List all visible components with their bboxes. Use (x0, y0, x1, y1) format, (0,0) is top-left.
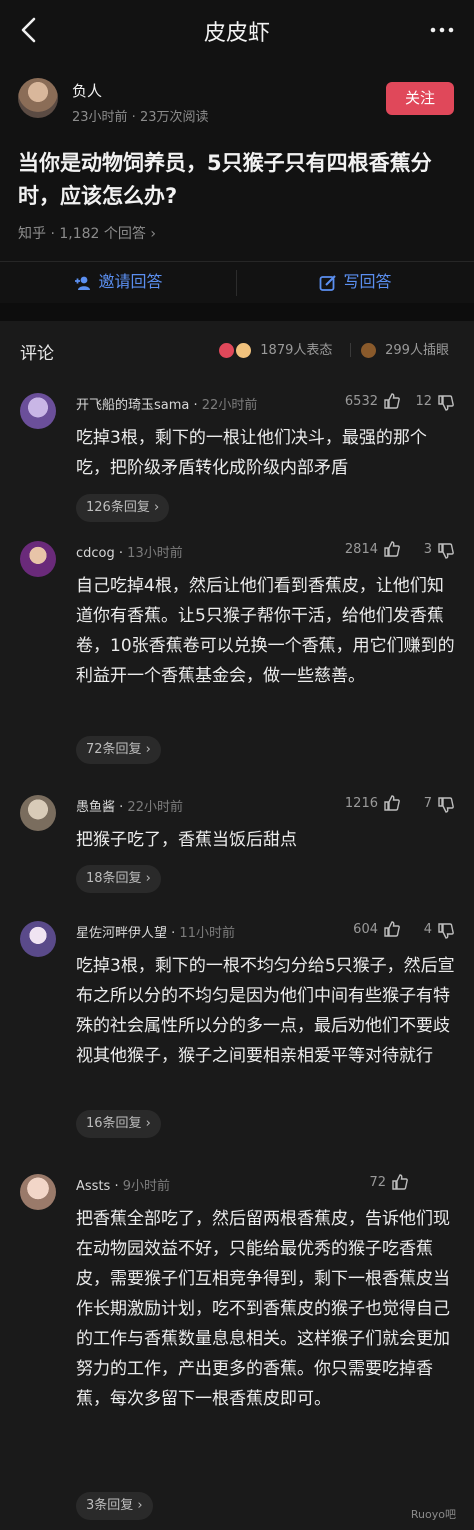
comment-text: 把猴子吃了，香蕉当饭后甜点 (76, 830, 297, 850)
eye-emoji-icon (360, 342, 377, 359)
commenter-avatar[interactable] (20, 541, 56, 577)
commenter-name-text: cdcog (76, 546, 115, 561)
replies-button[interactable]: 18条回复 › (76, 865, 161, 893)
commenter-name-text: 愚鱼酱 (76, 800, 116, 815)
comments-header: 评论 1879人表态 299人插眼 (0, 321, 474, 381)
question-meta[interactable]: 知乎 · 1,182 个回答 › (18, 223, 156, 243)
commenter-name-text: Assts (76, 1179, 111, 1194)
comments-title: 评论 (20, 344, 54, 364)
comment-list: 开飞船的琦玉sama · 22小时前 6532 12 吃掉3根，剩下的一根让他们… (0, 381, 474, 1530)
comment-text: 把香蕉全部吃了，然后留两根香蕉皮，告诉他们现在动物园效益不好，只能给最优秀的猴子… (76, 1209, 450, 1409)
more-options-icon[interactable] (426, 14, 458, 46)
reactions-count: 1879人表态 (260, 343, 333, 358)
author-row: 负人 23小时前 · 23万次阅读 关注 (0, 62, 474, 137)
comment-text: 自己吃掉4根，然后让他们看到香蕉皮，让他们知道你有香蕉。让5只猴子帮你干活，给他… (76, 576, 455, 686)
section-gap (0, 303, 474, 321)
comment-item: cdcog · 13小时前 2814 3 自己吃掉4根，然后让他们看到香蕉皮，让… (0, 529, 474, 783)
commenter-avatar[interactable] (20, 921, 56, 957)
commenter-name-text: 开飞船的琦玉sama (76, 398, 190, 413)
like-count: 2814 (344, 542, 378, 557)
follow-button[interactable]: 关注 (386, 82, 454, 115)
replies-button[interactable]: 3条回复 › (76, 1492, 153, 1520)
top-bar: 皮皮虾 (0, 0, 474, 62)
like-count: 6532 (344, 394, 378, 409)
reactions-summary[interactable]: 1879人表态 (218, 339, 332, 359)
like-count: 604 (353, 922, 378, 937)
comment-item: 星佐河畔伊人望 · 11小时前 604 4 吃掉3根，剩下的一根不均匀分给5只猴… (0, 909, 474, 1162)
laugh-emoji-icon (235, 342, 253, 359)
commenter-name[interactable]: 愚鱼酱 · 22小时前 (76, 796, 183, 815)
tips-summary[interactable]: 299人插眼 (360, 339, 449, 359)
author-name[interactable]: 负人 (72, 80, 102, 101)
tips-count: 299人插眼 (385, 343, 449, 358)
comment-time: 22小时前 (201, 398, 258, 413)
commenter-name[interactable]: 星佐河畔伊人望 · 11小时前 (76, 922, 235, 941)
thumbs-down-icon[interactable] (436, 393, 456, 413)
like-count: 72 (369, 1175, 386, 1190)
commenter-name[interactable]: 开飞船的琦玉sama · 22小时前 (76, 394, 257, 413)
thumbs-up-icon[interactable] (382, 539, 402, 559)
thumbs-down-icon[interactable] (436, 921, 456, 941)
author-meta: 23小时前 · 23万次阅读 (72, 110, 209, 125)
question-title[interactable]: 当你是动物饲养员，5只猴子只有四根香蕉分时，应该怎么办? (18, 147, 458, 213)
commenter-avatar[interactable] (20, 393, 56, 429)
invite-user-icon (75, 276, 91, 290)
comment-time: 22小时前 (127, 800, 183, 815)
dislike-count: 3 (423, 542, 432, 557)
comment-text: 吃掉3根，剩下的一根不均匀分给5只猴子，然后宣布之所以分的不均匀是因为他们中间有… (76, 956, 455, 1066)
app-title: 皮皮虾 (203, 21, 270, 46)
dislike-count: 4 (423, 922, 432, 937)
invite-answer-label: 邀请回答 (98, 272, 163, 291)
thumbs-up-icon[interactable] (390, 1172, 410, 1192)
write-answer-button[interactable]: 写回答 (237, 262, 474, 304)
thumbs-up-icon[interactable] (382, 793, 402, 813)
replies-button[interactable]: 126条回复 › (76, 494, 170, 522)
thumbs-up-icon[interactable] (382, 391, 402, 411)
invite-answer-button[interactable]: 邀请回答 (0, 262, 237, 304)
comment-time: 13小时前 (127, 546, 183, 561)
answer-actions: 邀请回答 写回答 (0, 261, 474, 303)
commenter-name[interactable]: Assts · 9小时前 (76, 1175, 170, 1194)
comment-text: 吃掉3根，剩下的一根让他们决斗，最强的那个吃，把阶级矛盾转化成阶级内部矛盾 (76, 428, 427, 478)
edit-icon (320, 274, 337, 291)
dislike-count: 12 (415, 394, 432, 409)
commenter-name-text: 星佐河畔伊人望 (76, 926, 168, 941)
comment-item: Assts · 9小时前 72 把香蕉全部吃了，然后留两根香蕉皮，告诉他们现在动… (0, 1162, 474, 1530)
comment-item: 愚鱼酱 · 22小时前 1216 7 把猴子吃了，香蕉当饭后甜点 18条回复 › (0, 783, 474, 909)
write-answer-label: 写回答 (343, 272, 392, 291)
author-avatar[interactable] (18, 78, 58, 118)
thumbs-down-icon[interactable] (436, 795, 456, 815)
comment-time: 11小时前 (179, 926, 235, 941)
comment-time: 9小时前 (122, 1179, 170, 1194)
thumbs-down-icon[interactable] (436, 541, 456, 561)
thumbs-up-icon[interactable] (382, 919, 402, 939)
replies-button[interactable]: 16条回复 › (76, 1110, 161, 1138)
comment-item: 开飞船的琦玉sama · 22小时前 6532 12 吃掉3根，剩下的一根让他们… (0, 381, 474, 529)
like-emoji-icon (218, 342, 235, 359)
commenter-name[interactable]: cdcog · 13小时前 (76, 542, 183, 561)
dislike-count: 7 (423, 796, 432, 811)
watermark: Ruoyo吧 (410, 1508, 456, 1521)
replies-button[interactable]: 72条回复 › (76, 736, 161, 764)
question-block: 当你是动物饲养员，5只猴子只有四根香蕉分时，应该怎么办? 知乎 · 1,182 … (0, 137, 474, 261)
commenter-avatar[interactable] (20, 795, 56, 831)
like-count: 1216 (344, 796, 378, 811)
header-divider (350, 343, 351, 357)
commenter-avatar[interactable] (20, 1174, 56, 1210)
